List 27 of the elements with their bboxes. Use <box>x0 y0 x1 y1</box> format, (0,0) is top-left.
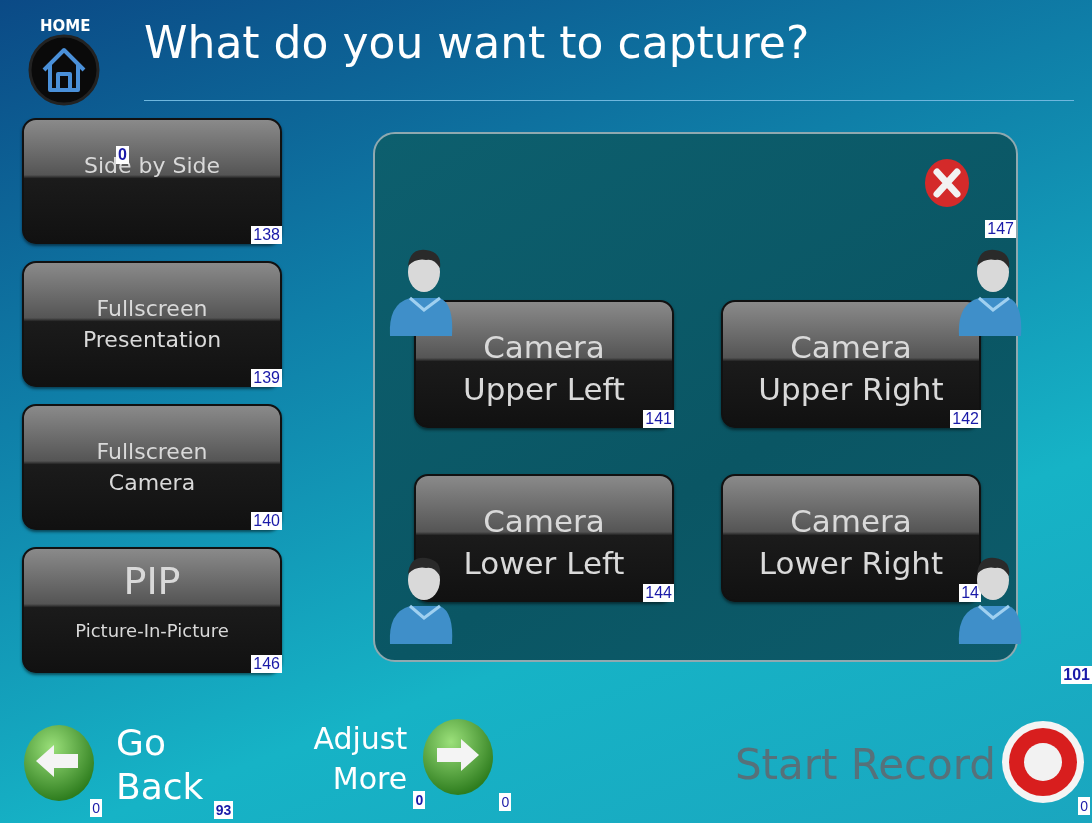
id-tag: 93 <box>213 801 234 819</box>
camera-button[interactable]: Camera Upper Left 141 <box>414 300 674 428</box>
id-tag: 144 <box>643 584 674 602</box>
id-tag: 147 <box>985 220 1016 238</box>
id-tag: 139 <box>251 369 282 387</box>
camera-button[interactable]: Camera Upper Right 142 <box>721 300 981 428</box>
id-tag: 146 <box>251 655 282 673</box>
id-tag: 0 <box>413 791 426 809</box>
camera-button[interactable]: Camera Lower Right 14 <box>721 474 981 602</box>
id-tag: 14 <box>959 584 981 602</box>
id-tag: 101 <box>1061 666 1092 684</box>
mode-button[interactable]: Fullscreen Presentation 139 <box>22 261 282 387</box>
id-tag: 138 <box>251 226 282 244</box>
mode-button[interactable]: Fullscreen Camera 140 <box>22 404 282 530</box>
close-icon[interactable] <box>924 158 970 208</box>
home-label: HOME <box>40 18 91 34</box>
id-tag: 141 <box>643 410 674 428</box>
page-title: What do you want to capture? <box>144 16 1074 101</box>
pip-button[interactable]: PIP Picture-In-Picture 146 <box>22 547 282 673</box>
camera-button[interactable]: Camera Lower Left 144 <box>414 474 674 602</box>
id-tag: 142 <box>950 410 981 428</box>
id-tag: 140 <box>251 512 282 530</box>
home-icon[interactable] <box>28 34 100 106</box>
id-tag: 0 <box>499 793 512 811</box>
id-tag: 0 <box>90 799 102 817</box>
start-record-label: Start Record <box>734 739 996 789</box>
id-tag: 0 <box>1078 797 1090 815</box>
